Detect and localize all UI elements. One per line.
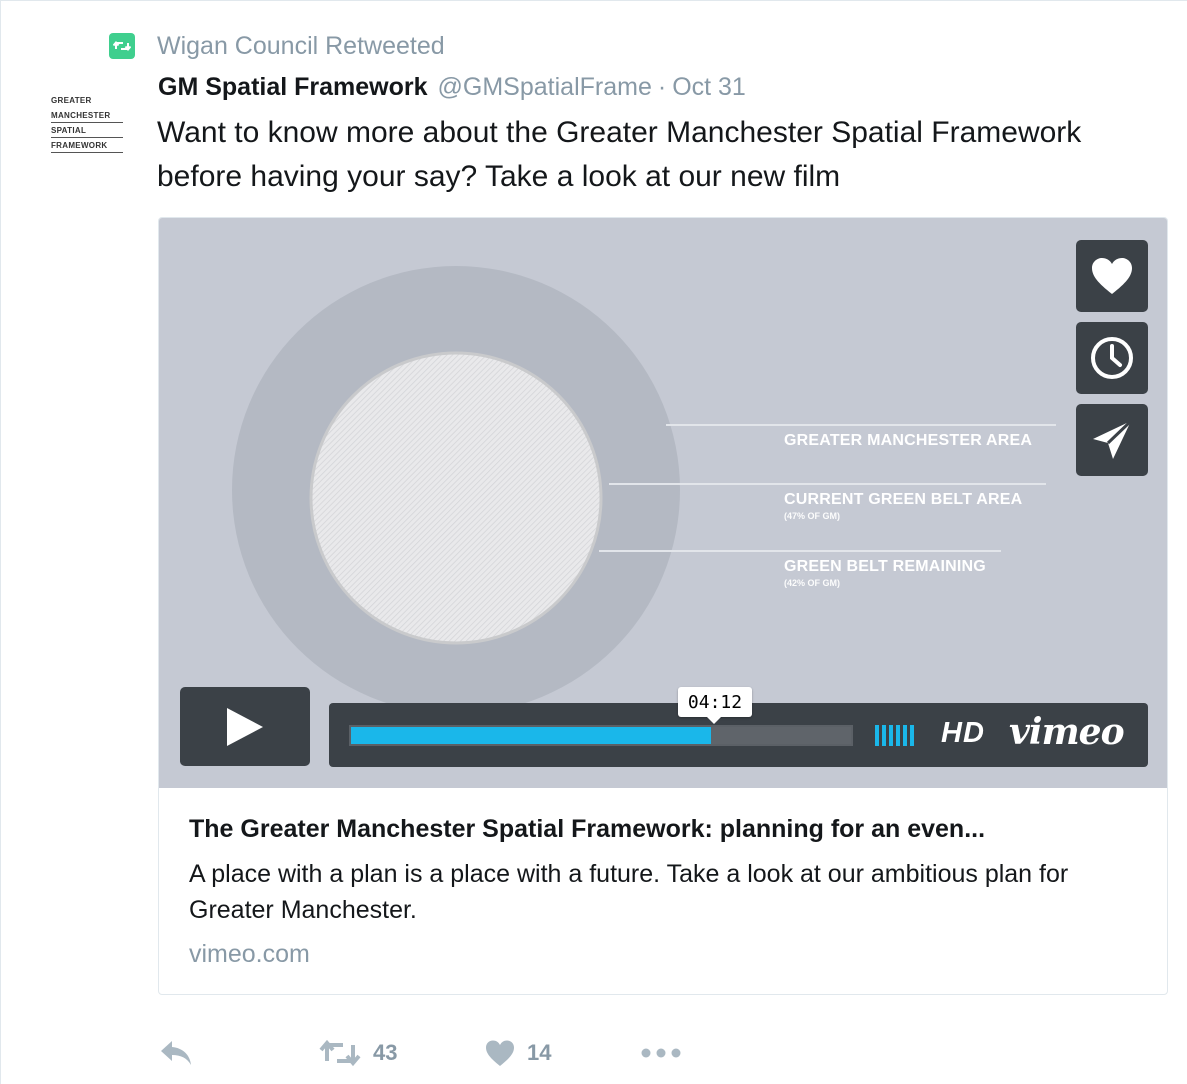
retweet-count: 43 bbox=[373, 1040, 398, 1065]
separator: · bbox=[657, 73, 667, 101]
avatar-text: MANCHESTER bbox=[51, 108, 123, 123]
tweet-actions: 43 14 bbox=[159, 1037, 759, 1069]
author-name[interactable]: GM Spatial Framework bbox=[158, 73, 428, 102]
more-button[interactable] bbox=[641, 1037, 681, 1069]
like-video-button[interactable] bbox=[1076, 240, 1148, 312]
volume-control[interactable] bbox=[875, 725, 914, 746]
play-icon bbox=[227, 707, 263, 746]
card-body[interactable]: The Greater Manchester Spatial Framework… bbox=[159, 788, 1167, 994]
avatar[interactable]: GREATER MANCHESTER SPATIAL FRAMEWORK bbox=[51, 93, 129, 157]
heart-icon bbox=[1092, 258, 1132, 294]
author-handle[interactable]: @GMSpatialFrame bbox=[438, 73, 652, 102]
avatar-text: GREATER bbox=[51, 96, 92, 105]
legend-line bbox=[609, 483, 1046, 485]
like-button[interactable]: 14 bbox=[485, 1037, 551, 1069]
reply-button[interactable] bbox=[159, 1037, 193, 1069]
clock-icon bbox=[1091, 337, 1133, 379]
video-sublabel-current: (47% OF GM) bbox=[784, 511, 841, 521]
watch-later-button[interactable] bbox=[1076, 322, 1148, 394]
tweet-text: Want to know more about the Greater Manc… bbox=[157, 116, 1082, 193]
video-sublabel-remaining: (42% OF GM) bbox=[784, 578, 841, 588]
tweet: Wigan Council Retweeted GREATER MANCHEST… bbox=[0, 0, 1187, 1084]
retweet-context: Wigan Council Retweeted bbox=[109, 31, 445, 61]
retweeted-by-link[interactable]: Wigan Council Retweeted bbox=[157, 32, 445, 61]
progress-played bbox=[351, 727, 711, 744]
send-icon bbox=[1093, 419, 1133, 459]
card-title: The Greater Manchester Spatial Framework… bbox=[189, 815, 986, 843]
progress-bar[interactable] bbox=[349, 725, 853, 746]
video-label-area: GREATER MANCHESTER AREA bbox=[784, 432, 1033, 449]
legend-line bbox=[599, 550, 1001, 552]
play-button[interactable] bbox=[180, 687, 310, 766]
share-button[interactable] bbox=[1076, 404, 1148, 476]
like-count: 14 bbox=[527, 1040, 552, 1065]
avatar-text: FRAMEWORK bbox=[51, 138, 123, 153]
heart-icon bbox=[486, 1040, 514, 1066]
time-tooltip: 04:12 bbox=[678, 687, 752, 724]
avatar-text: SPATIAL bbox=[51, 123, 123, 138]
reply-icon bbox=[161, 1041, 191, 1065]
more-icon bbox=[641, 1048, 681, 1058]
retweet-icon bbox=[109, 33, 135, 59]
hd-toggle[interactable]: HD bbox=[941, 717, 985, 750]
card-description: A place with a plan is a place with a fu… bbox=[189, 860, 1069, 924]
tweet-header: GM Spatial Framework @GMSpatialFrame · O… bbox=[158, 73, 746, 107]
video-label-remaining: GREEN BELT REMAINING bbox=[784, 558, 986, 575]
vimeo-logo[interactable]: vimeo bbox=[1009, 711, 1125, 753]
tweet-timestamp[interactable]: Oct 31 bbox=[672, 73, 746, 102]
retweet-icon bbox=[319, 1039, 361, 1067]
video-player[interactable]: GREATER MANCHESTER AREA CURRENT GREEN BE… bbox=[159, 218, 1167, 788]
retweet-button[interactable]: 43 bbox=[319, 1037, 397, 1069]
video-label-current: CURRENT GREEN BELT AREA bbox=[784, 491, 1023, 508]
legend-line bbox=[666, 424, 1056, 426]
link-card[interactable]: GREATER MANCHESTER AREA CURRENT GREEN BE… bbox=[158, 217, 1168, 995]
card-domain: vimeo.com bbox=[189, 940, 310, 968]
